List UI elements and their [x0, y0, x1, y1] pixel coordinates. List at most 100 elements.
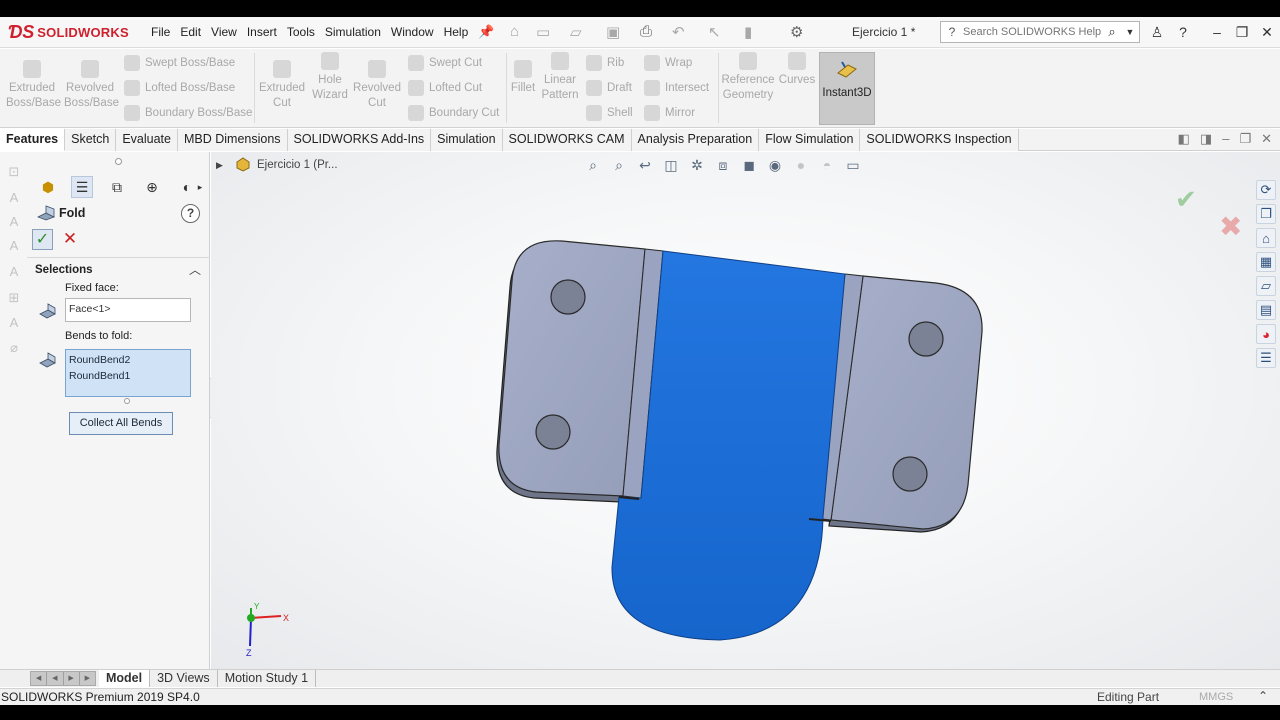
revolved-cut-button[interactable]: Revolved Cut	[352, 60, 402, 111]
boundary-boss-button[interactable]: Boundary Boss/Base	[124, 105, 252, 121]
view-palette-icon[interactable]: ▦	[1256, 252, 1276, 272]
collect-all-bends-button[interactable]: Collect All Bends	[69, 412, 173, 435]
tree-expand-icon[interactable]: ▶	[216, 160, 223, 171]
hole-callout-icon[interactable]: ⌀	[6, 340, 22, 356]
revolved-boss-button[interactable]: Revolved Boss/Base	[62, 60, 119, 111]
close-icon[interactable]: ✕	[1256, 20, 1278, 44]
minimize-icon[interactable]: –	[1206, 20, 1228, 44]
menu-window[interactable]: Window	[386, 17, 439, 48]
prev-tab-icon[interactable]: ◀	[47, 672, 64, 685]
list-item[interactable]: RoundBend2	[69, 352, 187, 368]
status-expand-icon[interactable]: ⌃	[1258, 689, 1268, 703]
tab-motion-study-1[interactable]: Motion Study 1	[218, 670, 317, 687]
options-gear-icon[interactable]: ⚙	[790, 23, 803, 41]
user-icon[interactable]: ♙	[1146, 20, 1168, 44]
section-view-icon[interactable]: ◫	[661, 155, 681, 175]
doc-restore-icon[interactable]: ❐	[1239, 131, 1251, 147]
fixed-face-field[interactable]: Face<1>	[65, 298, 191, 322]
balloon-icon[interactable]: A	[6, 238, 22, 254]
home-icon[interactable]: ⌂	[510, 23, 519, 40]
tab-cam[interactable]: SOLIDWORKS CAM	[502, 129, 632, 151]
apply-scene-icon[interactable]: ◓	[817, 155, 837, 175]
rebuild-icon[interactable]: ▮	[744, 23, 752, 41]
solidworks-logo[interactable]: ƊS SOLIDWORKS	[8, 20, 129, 45]
tab-sketch[interactable]: Sketch	[65, 129, 117, 151]
menu-simulation[interactable]: Simulation	[320, 17, 386, 48]
bends-to-fold-list[interactable]: RoundBend2 RoundBend1	[65, 349, 191, 397]
ok-checkmark-button[interactable]: ✓	[32, 229, 53, 250]
extruded-boss-button[interactable]: Extruded Boss/Base	[4, 60, 61, 111]
tab-analysis-preparation[interactable]: Analysis Preparation	[631, 129, 760, 151]
weld-symbol-icon[interactable]: A	[6, 315, 22, 331]
view-settings-icon[interactable]: ▭	[843, 155, 863, 175]
doc-minimize-icon[interactable]: –	[1222, 131, 1229, 147]
display-style-icon[interactable]: ◼	[739, 155, 759, 175]
datum-icon[interactable]: ⊞	[6, 290, 22, 306]
reference-geometry-button[interactable]: Reference Geometry	[720, 52, 776, 103]
tab-flow-simulation[interactable]: Flow Simulation	[759, 129, 861, 151]
pin-icon[interactable]: 📌	[478, 24, 494, 40]
menu-view[interactable]: View	[206, 17, 242, 48]
save-icon[interactable]: ▣	[606, 23, 620, 41]
selections-section-title[interactable]: Selections	[35, 264, 93, 276]
feature-manager-icon[interactable]: ⬢	[37, 176, 59, 198]
view-orientation-icon[interactable]: ⧈	[713, 155, 733, 175]
intersect-button[interactable]: Intersect	[644, 80, 709, 96]
file-explorer-home-icon[interactable]: ⌂	[1256, 228, 1276, 248]
confirm-cancel-x[interactable]: ✖	[1219, 210, 1242, 243]
tab-model[interactable]: Model	[99, 670, 151, 687]
zoom-to-area-icon[interactable]: ⌕	[609, 155, 629, 175]
chevron-up-icon[interactable]: ︿	[189, 261, 201, 278]
first-tab-icon[interactable]: ◀	[31, 672, 48, 685]
next-tab-icon[interactable]: ▶	[64, 672, 80, 685]
rib-button[interactable]: Rib	[586, 55, 624, 71]
dynamic-annotation-icon[interactable]: ✲	[687, 155, 707, 175]
cancel-x-button[interactable]: ✕	[61, 230, 79, 248]
curves-button[interactable]: Curves	[778, 52, 816, 88]
folder-icon[interactable]: ▱	[1256, 276, 1276, 296]
search-icon[interactable]: ⌕	[1101, 24, 1123, 40]
doc-close-icon[interactable]: ✕	[1261, 131, 1272, 147]
swept-cut-button[interactable]: Swept Cut	[408, 55, 482, 71]
instant3d-button[interactable]: Instant3D	[819, 52, 875, 125]
menu-file[interactable]: File	[146, 17, 175, 48]
tab-3d-views[interactable]: 3D Views	[150, 670, 218, 687]
graphics-area[interactable]: ▶ Ejercicio 1 (Pr... ⌕ ⌕ ↩ ◫ ✲ ⧈ ◼ ◉ ● ◓…	[211, 152, 1280, 669]
swept-boss-button[interactable]: Swept Boss/Base	[124, 55, 235, 71]
list-resize-handle[interactable]	[124, 398, 130, 404]
note-icon[interactable]: A	[6, 214, 22, 230]
restore-icon[interactable]: ❐	[1231, 20, 1253, 44]
hole-wizard-button[interactable]: Hole Wizard	[308, 52, 352, 103]
lofted-boss-button[interactable]: Lofted Boss/Base	[124, 80, 235, 96]
mirror-button[interactable]: Mirror	[644, 105, 695, 121]
tab-features[interactable]: Features	[0, 129, 66, 151]
chevron-right-icon[interactable]: ▸	[193, 176, 207, 198]
tab-evaluate[interactable]: Evaluate	[116, 129, 178, 151]
wrap-button[interactable]: Wrap	[644, 55, 692, 71]
zoom-to-fit-icon[interactable]: ⌕	[583, 155, 603, 175]
sheet-metal-part[interactable]	[211, 152, 1280, 669]
edit-appearance-icon[interactable]: ●	[791, 155, 811, 175]
extruded-cut-button[interactable]: Extruded Cut	[256, 60, 308, 111]
open-folder-icon[interactable]: ▱	[570, 23, 582, 41]
design-library-icon[interactable]: ❐	[1256, 204, 1276, 224]
tab-addins[interactable]: SOLIDWORKS Add-Ins	[287, 129, 432, 151]
fillet-button[interactable]: Fillet	[508, 60, 538, 96]
menu-tools[interactable]: Tools	[282, 17, 320, 48]
hide-show-items-icon[interactable]: ◉	[765, 155, 785, 175]
unit-system-status[interactable]: MMGS	[1199, 691, 1233, 703]
print-icon[interactable]: ⎙	[640, 23, 652, 40]
tile-left-icon[interactable]: ◧	[1178, 131, 1190, 147]
text-a-icon[interactable]: A	[6, 190, 22, 206]
menu-help[interactable]: Help	[439, 17, 474, 48]
list-item[interactable]: RoundBend1	[69, 368, 187, 384]
tile-right-icon[interactable]: ◨	[1200, 131, 1212, 147]
appearances-icon[interactable]: ▤	[1256, 300, 1276, 320]
menu-edit[interactable]: Edit	[175, 17, 206, 48]
help-search-box[interactable]: ? ⌕ ▼	[940, 21, 1140, 43]
linear-pattern-button[interactable]: Linear Pattern	[538, 52, 582, 103]
left-flange[interactable]	[496, 240, 646, 503]
smart-dimension-icon[interactable]: ⊡	[6, 164, 22, 180]
property-manager-icon[interactable]: ☰	[71, 176, 93, 198]
new-document-icon[interactable]: ▭	[536, 23, 550, 41]
